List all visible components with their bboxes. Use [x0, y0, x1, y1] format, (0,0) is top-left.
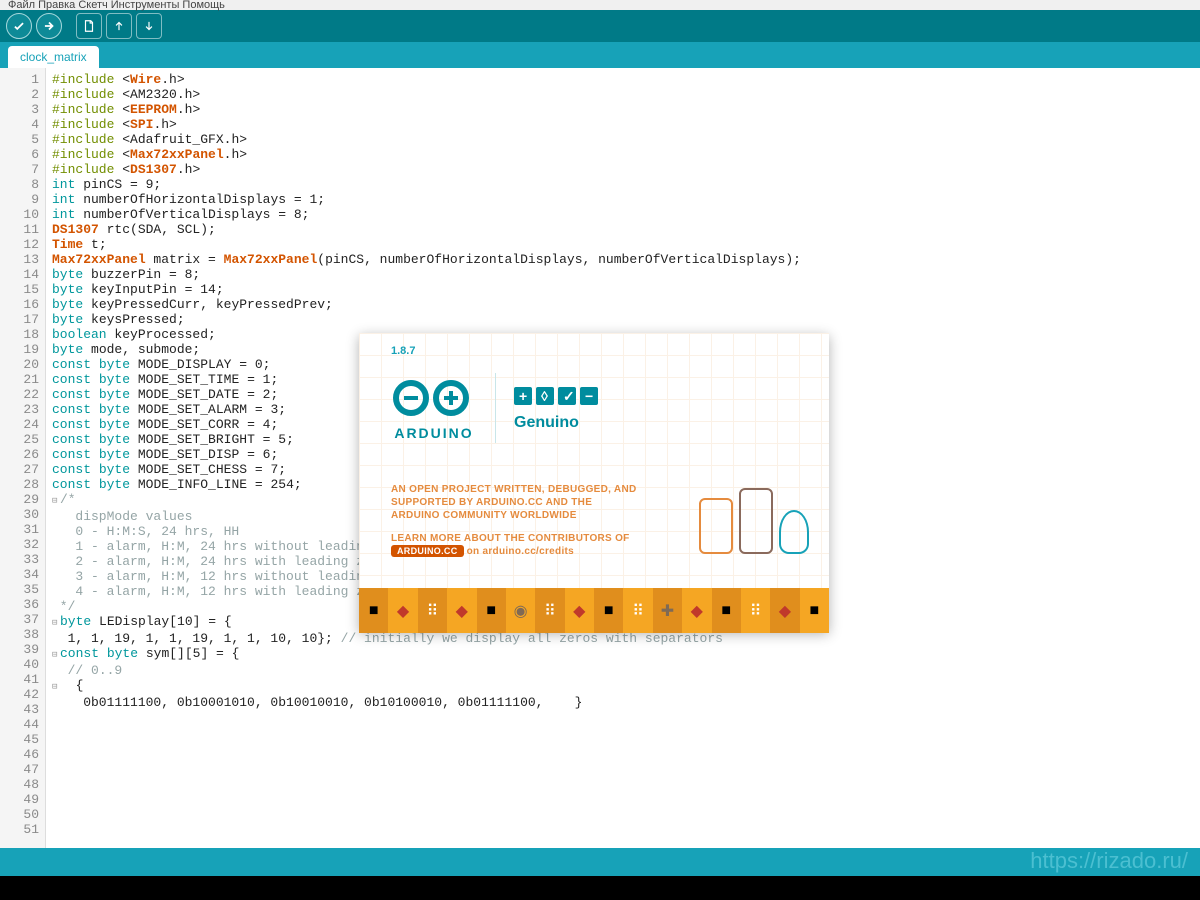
arduino-infinity-icon: [391, 376, 477, 420]
splash-tile-strip: ■◆ ⠿◆ ■◉ ⠿◆ ■⠿ ✚◆ ■⠿ ◆■: [359, 588, 829, 633]
console-area: [0, 876, 1200, 900]
toolbar: [0, 10, 1200, 42]
splash-logo: ARDUINO + ◊ ✓− Genuino: [391, 373, 612, 443]
tab-bar: clock_matrix: [0, 42, 1200, 68]
check-icon: [12, 19, 26, 33]
splash-brand2: Genuino: [514, 414, 612, 432]
splash-brand: ARDUINO: [391, 425, 477, 441]
tab-sketch[interactable]: clock_matrix: [8, 46, 99, 68]
arrow-up-icon: [112, 19, 126, 33]
splash-body: AN OPEN PROJECT WRITTEN, DEBUGGED, AND S…: [391, 483, 641, 568]
splash-illustration: [699, 488, 809, 554]
new-sketch-button[interactable]: [76, 13, 102, 39]
svg-text:✓: ✓: [563, 388, 575, 404]
line-gutter: 1234567891011121314151617181920212223242…: [0, 68, 46, 848]
arrow-down-icon: [142, 19, 156, 33]
menu-bar[interactable]: Файл Правка Скетч Инструменты Помощь: [0, 0, 1200, 10]
verify-button[interactable]: [6, 13, 32, 39]
arrow-right-icon: [42, 19, 56, 33]
svg-text:+: +: [519, 388, 527, 404]
watermark-url: https://rizado.ru/: [1030, 848, 1188, 874]
genuino-glyphs-icon: + ◊ ✓−: [514, 385, 612, 409]
save-sketch-button[interactable]: [136, 13, 162, 39]
splash-version: 1.8.7: [391, 345, 415, 357]
svg-text:−: −: [585, 388, 593, 404]
upload-button[interactable]: [36, 13, 62, 39]
file-icon: [82, 19, 96, 33]
splash-dialog: 1.8.7 ARDUINO + ◊ ✓− Genuino: [359, 333, 829, 631]
status-bar: [0, 848, 1200, 876]
open-sketch-button[interactable]: [106, 13, 132, 39]
svg-text:◊: ◊: [541, 388, 548, 404]
